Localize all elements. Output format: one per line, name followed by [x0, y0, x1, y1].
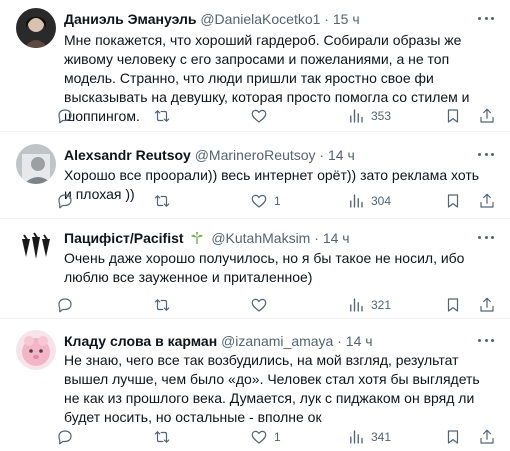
repost-button[interactable] [153, 107, 213, 125]
share-icon[interactable] [478, 296, 496, 314]
reply-button[interactable] [56, 428, 116, 446]
share-icon[interactable] [478, 192, 496, 210]
view-count: 341 [371, 430, 392, 444]
post-header: Кладу слова в карман @izanami_amaya · 14… [64, 331, 480, 351]
post-header: Даниэль Эмануэль @DanielaKocetko1 · 15 ч [64, 9, 480, 29]
action-bar: 321 [56, 295, 496, 315]
bookmark-icon[interactable] [444, 107, 462, 125]
repost-icon [154, 431, 170, 443]
repost-icon [154, 195, 170, 207]
separator-dot: · [314, 230, 319, 246]
author-name[interactable]: Кладу слова в карман [64, 333, 217, 349]
reply-icon [58, 194, 72, 209]
author-name[interactable]: Пацифіст/Pacifist [64, 230, 184, 246]
bookmark-icon[interactable] [444, 192, 462, 210]
author-handle[interactable]: @MarineroReutsoy [195, 147, 316, 163]
view-count: 304 [371, 194, 392, 208]
like-count: 1 [274, 430, 281, 444]
views-icon [350, 194, 363, 208]
more-options-icon[interactable] [476, 146, 496, 162]
action-bar: 353 [56, 106, 496, 126]
separator-dot: · [337, 333, 342, 349]
bookmark-icon[interactable] [444, 296, 462, 314]
repost-icon [154, 110, 170, 122]
timestamp[interactable]: 15 ч [333, 11, 360, 27]
post[interactable]: Даниэль Эмануэль @DanielaKocetko1 · 15 ч… [0, 0, 510, 132]
timestamp[interactable]: 14 ч [323, 230, 350, 246]
post-header: Пацифіст/Pacifist @KutahMaksim · 14 ч [64, 228, 480, 248]
views-icon [350, 298, 363, 312]
view-count: 321 [371, 298, 392, 312]
view-count: 353 [371, 109, 392, 123]
post[interactable]: Кладу слова в карман @izanami_amaya · 14… [0, 322, 510, 451]
author-handle[interactable]: @KutahMaksim [211, 230, 310, 246]
avatar[interactable] [16, 8, 56, 48]
heart-icon [251, 298, 267, 312]
heart-icon [251, 194, 267, 208]
reply-icon [58, 298, 72, 313]
action-bar: 1 304 [56, 191, 496, 211]
timestamp[interactable]: 14 ч [346, 333, 373, 349]
like-button[interactable] [250, 107, 310, 125]
avatar[interactable] [16, 227, 56, 267]
share-icon[interactable] [478, 428, 496, 446]
reply-button[interactable] [56, 107, 116, 125]
post-text: Не знаю, чего все так возбудились, на мо… [64, 352, 480, 425]
views-button[interactable]: 341 [347, 428, 407, 446]
end-actions [444, 428, 496, 446]
end-actions [444, 107, 496, 125]
action-bar: 1 341 [56, 427, 496, 447]
like-button[interactable] [250, 296, 310, 314]
author-name[interactable]: Alexsandr Reutsoy [64, 147, 191, 163]
views-icon [350, 430, 363, 444]
post[interactable]: Alexsandr Reutsoy @MarineroReutsoy · 14 … [0, 136, 510, 219]
views-button[interactable]: 321 [347, 296, 407, 314]
more-options-icon[interactable] [476, 332, 496, 348]
separator-dot: · [319, 147, 325, 163]
author-handle[interactable]: @DanielaKocetko1 [200, 11, 320, 27]
separator-dot: · [324, 11, 329, 27]
repost-button[interactable] [153, 428, 213, 446]
author-name[interactable]: Даниэль Эмануэль [64, 11, 196, 27]
leaf-emoji-icon [191, 231, 204, 244]
post-header: Alexsandr Reutsoy @MarineroReutsoy · 14 … [64, 145, 480, 165]
reply-button[interactable] [56, 296, 116, 314]
repost-button[interactable] [153, 296, 213, 314]
post-text: Очень даже хорошо получилось, но я бы та… [64, 250, 465, 285]
end-actions [444, 296, 496, 314]
reply-icon [58, 430, 72, 445]
bookmark-icon[interactable] [444, 428, 462, 446]
reply-icon [58, 109, 72, 124]
like-button[interactable]: 1 [250, 192, 310, 210]
views-button[interactable]: 353 [347, 107, 407, 125]
more-options-icon[interactable] [476, 10, 496, 26]
heart-icon [251, 109, 267, 123]
avatar[interactable] [16, 330, 56, 370]
more-options-icon[interactable] [476, 229, 496, 245]
like-button[interactable]: 1 [250, 428, 310, 446]
reply-button[interactable] [56, 192, 116, 210]
views-button[interactable]: 304 [347, 192, 407, 210]
heart-icon [251, 430, 267, 444]
share-icon[interactable] [478, 107, 496, 125]
repost-button[interactable] [153, 192, 213, 210]
end-actions [444, 192, 496, 210]
like-count: 1 [274, 194, 281, 208]
views-icon [350, 109, 363, 123]
timestamp[interactable]: 14 ч [328, 147, 355, 163]
avatar[interactable] [16, 144, 56, 184]
author-handle[interactable]: @izanami_amaya [221, 333, 333, 349]
repost-icon [154, 299, 170, 311]
post[interactable]: Пацифіст/Pacifist @KutahMaksim · 14 ч Оч… [0, 219, 510, 319]
